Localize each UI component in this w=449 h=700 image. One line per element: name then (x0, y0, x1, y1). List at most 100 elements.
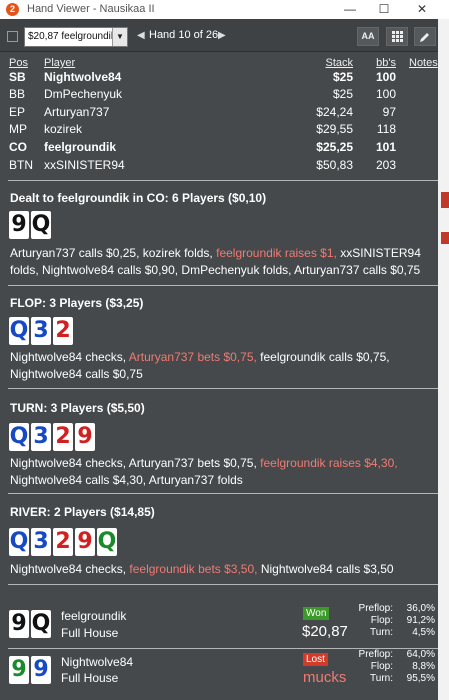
preflop-action: Arturyan737 calls $0,25, kozirek folds, … (10, 245, 435, 279)
player-bbs: 100 (375, 70, 396, 84)
divider (8, 584, 438, 585)
playing-card: 9 (75, 528, 95, 556)
playing-card: Q (9, 528, 29, 556)
player-name: Arturyan737 (44, 105, 110, 119)
playing-card: 2 (53, 317, 73, 345)
background-window-element (441, 232, 449, 244)
background-window (438, 19, 449, 700)
header-pos[interactable]: Pos (9, 57, 28, 69)
player-stack: $25 (332, 87, 353, 101)
playing-card: Q (31, 610, 51, 638)
header-notes[interactable]: Notes (409, 57, 438, 69)
close-button[interactable]: ✕ (405, 0, 439, 19)
divider (8, 388, 438, 389)
background-window-element (441, 192, 449, 208)
maximize-button[interactable]: ☐ (367, 0, 401, 19)
equity-label: Flop: (370, 661, 393, 672)
equity-label: Flop: (370, 615, 393, 626)
equity-label: Preflop: (358, 649, 393, 660)
player-position: EP (9, 105, 26, 119)
divider (8, 493, 438, 494)
equity-value: 64,0% (406, 649, 435, 660)
player-bbs: 118 (376, 122, 396, 136)
playing-card: 9 (9, 211, 29, 239)
player-row[interactable]: EP Arturyan737 $24,24 97 (0, 105, 438, 123)
player-stack: $24,24 (316, 105, 353, 119)
player-name: Nightwolve84 (44, 70, 122, 84)
equity-block: Preflop: 36,0% Flop: 91,2% Turn: 4,5% (345, 603, 435, 639)
player-name: kozirek (44, 122, 83, 136)
player-stack: $25,25 (316, 140, 353, 154)
player-row[interactable]: CO feelgroundik $25,25 101 (0, 140, 438, 158)
highlight-action-text: Arturyan737 bets $0,75, (128, 350, 257, 364)
mucks-label: mucks (303, 669, 347, 686)
grid-button[interactable] (386, 27, 408, 46)
player-select[interactable]: $20,87 feelgroundil ▼ (24, 27, 128, 47)
header-player[interactable]: Player (44, 57, 75, 69)
action-text: Nightwolve84 calls $4,30, Arturyan737 fo… (10, 473, 243, 487)
action-text: Nightwolve84 calls $3,50 (257, 562, 394, 576)
playing-card: 3 (31, 423, 51, 451)
hand-viewer-panel: $20,87 feelgroundil ▼ ◀ Hand 10 of 26 ▶ … (0, 19, 438, 700)
header-stack[interactable]: Stack (325, 57, 353, 69)
player-position: MP (9, 122, 27, 136)
player-position: SB (9, 70, 26, 84)
playing-card: 9 (9, 610, 29, 638)
window-titlebar: 2 Hand Viewer - Nausikaa II — ☐ ✕ (0, 0, 449, 19)
player-stack: $50,83 (316, 158, 353, 172)
window-title: Hand Viewer - Nausikaa II (27, 3, 155, 15)
divider (8, 180, 438, 181)
won-badge: Won (303, 607, 330, 620)
turn-action: Nightwolve84 checks, Arturyan737 bets $0… (10, 455, 435, 489)
player-position: BB (9, 87, 26, 101)
player-row[interactable]: BB DmPechenyuk $25 100 (0, 87, 438, 105)
preflop-title: Dealt to feelgroundik in CO: 6 Players (… (10, 191, 267, 205)
playing-card: 3 (31, 528, 51, 556)
grid-icon (391, 31, 403, 42)
player-bbs: 101 (375, 140, 396, 154)
playing-card: Q (9, 317, 29, 345)
select-checkbox[interactable] (7, 31, 18, 42)
chevron-down-icon[interactable]: ▼ (112, 28, 127, 46)
player-select-value: $20,87 feelgroundil (28, 31, 114, 42)
header-bbs[interactable]: bb's (376, 57, 396, 69)
player-bbs: 203 (375, 158, 396, 172)
won-amount: $20,87 (302, 623, 348, 640)
hand-counter: Hand 10 of 26 (149, 29, 219, 41)
edit-button[interactable] (414, 27, 436, 46)
player-position: BTN (9, 158, 33, 172)
hero-action-text: feelgroundik raises $1, (216, 246, 337, 260)
playing-card: 9 (75, 423, 95, 451)
result-hand: Full House (61, 671, 119, 685)
equity-label: Preflop: (358, 603, 393, 614)
player-name: xxSINISTER94 (44, 158, 125, 172)
equity-value: 91,2% (406, 615, 435, 626)
flop-title: FLOP: 3 Players ($3,25) (10, 296, 144, 310)
player-row[interactable]: SB Nightwolve84 $25 100 (0, 70, 438, 88)
playing-card: Q (31, 211, 51, 239)
player-stack: $25 (332, 70, 353, 84)
hero-action-text: feelgroundik bets $3,50, (129, 562, 258, 576)
player-position: CO (9, 140, 27, 154)
equity-label: Turn: (370, 673, 393, 684)
minimize-button[interactable]: — (333, 0, 367, 19)
turn-title: TURN: 3 Players ($5,50) (10, 401, 145, 415)
lost-badge: Lost (303, 653, 328, 666)
result-hand: Full House (61, 626, 119, 640)
action-text: Nightwolve84 checks, (10, 562, 130, 576)
result-player: Nightwolve84 (61, 655, 134, 669)
font-size-button[interactable]: AA (357, 27, 379, 46)
pencil-icon (420, 33, 429, 42)
previous-hand-icon[interactable]: ◀ (137, 30, 145, 41)
playing-card: 9 (31, 656, 51, 684)
player-bbs: 97 (382, 105, 396, 119)
equity-value: 8,8% (412, 661, 435, 672)
river-title: RIVER: 2 Players ($14,85) (10, 505, 155, 519)
player-row[interactable]: BTN xxSINISTER94 $50,83 203 (0, 158, 438, 176)
player-row[interactable]: MP kozirek $29,55 118 (0, 122, 438, 140)
next-hand-icon[interactable]: ▶ (218, 30, 226, 41)
playing-card: 9 (9, 656, 29, 684)
playing-card: 2 (53, 528, 73, 556)
equity-value: 4,5% (412, 627, 435, 638)
playing-card: Q (9, 423, 29, 451)
